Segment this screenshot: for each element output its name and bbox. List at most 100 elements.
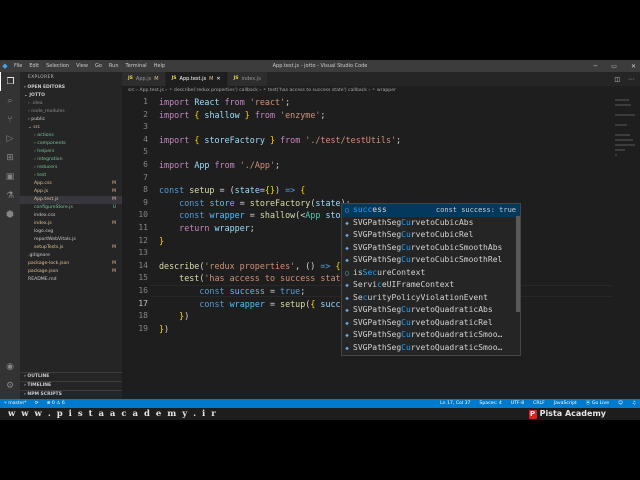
banner-url: w w w . p i s t a a c a d e m y . i r — [8, 409, 218, 419]
file-tree-item[interactable]: setupTests.js M — [20, 244, 122, 252]
file-tree-item[interactable]: › public — [20, 116, 122, 124]
suggestion-item[interactable]: ◈ SVGPathSegCurvetoQuadraticRel — [342, 317, 520, 330]
breadcrumb[interactable]: src › App.test.js › ⚬ describe('redux pr… — [122, 86, 640, 96]
menu-selection[interactable]: Selection — [46, 63, 69, 69]
feedback-icon[interactable]: ☺ — [618, 399, 623, 408]
testing-icon[interactable]: ⚗ — [0, 186, 20, 205]
file-tree-item[interactable]: › helpers — [20, 148, 122, 156]
js-file-icon: JS — [171, 76, 177, 81]
source-control-icon[interactable]: ⑂ — [0, 110, 20, 129]
encoding[interactable]: UTF-8 — [511, 399, 524, 408]
line-number: 8 — [143, 185, 148, 195]
search-icon[interactable]: ⌕ — [0, 91, 20, 110]
file-tree-item[interactable]: index.css — [20, 212, 122, 220]
suggestion-item[interactable]: ◈ ServiceUIFrameContext — [342, 279, 520, 292]
tab-close-icon[interactable]: ✕ — [216, 72, 220, 86]
class-icon: ◈ — [345, 344, 349, 352]
suggestion-item[interactable]: ▢ isSecureContext — [342, 267, 520, 280]
branch-indicator[interactable]: ⑂ master* — [4, 399, 27, 408]
outline-section[interactable]: › OUTLINE — [20, 372, 122, 381]
tab-app-test-js[interactable]: JS App.test.js M ✕ — [165, 72, 228, 86]
suggestion-item[interactable]: ◈ SVGPathSegCurvetoQuadraticSmoo… — [342, 329, 520, 342]
file-tree-item[interactable]: › reducers — [20, 164, 122, 172]
settings-gear-icon[interactable]: ⚙ — [0, 376, 20, 395]
explorer-icon[interactable]: ❐ — [0, 72, 20, 91]
node-icon[interactable]: ⬢ — [0, 205, 20, 224]
minimap[interactable] — [612, 96, 640, 399]
close-icon[interactable]: ✕ — [631, 63, 636, 70]
notifications-bell-icon[interactable]: ♫ — [632, 399, 636, 408]
file-tree-item[interactable]: App.js M — [20, 188, 122, 196]
maximize-icon[interactable]: ▭ — [611, 63, 617, 70]
vscode-logo-icon: ◆ — [2, 62, 8, 70]
file-tree-item[interactable]: › node_modules — [20, 108, 122, 116]
open-editors-section[interactable]: › OPEN EDITORS — [20, 84, 122, 92]
js-file-icon: JS — [233, 76, 239, 81]
code-line: import React from 'react'; — [159, 97, 291, 107]
file-tree-item[interactable]: package-lock.json M — [20, 260, 122, 268]
git-status-badge: M — [112, 261, 116, 266]
menu-go[interactable]: Go — [95, 63, 102, 69]
suggestion-item[interactable]: ◈ SVGPathSegCurvetoCubicAbs — [342, 217, 520, 230]
minimize-icon[interactable]: ─ — [594, 63, 598, 70]
file-tree-item[interactable]: › components — [20, 140, 122, 148]
file-tree-item[interactable]: reportWebVitals.js — [20, 236, 122, 244]
suggestion-item[interactable]: ◈ SVGPathSegCurvetoQuadraticSmoo… — [342, 342, 520, 355]
menu-view[interactable]: View — [76, 63, 88, 69]
file-tree-item[interactable]: configureStore.js U — [20, 204, 122, 212]
file-tree-item[interactable]: › test — [20, 172, 122, 180]
suggestion-item[interactable]: ◈ SVGPathSegCurvetoQuadraticAbs — [342, 304, 520, 317]
cursor-position[interactable]: Ln 17, Col 37 — [440, 399, 470, 408]
extensions-icon[interactable]: ⊞ — [0, 148, 20, 167]
menu-file[interactable]: File — [14, 63, 22, 69]
timeline-section[interactable]: › TIMELINE — [20, 381, 122, 390]
menu-edit[interactable]: Edit — [29, 63, 39, 69]
file-tree-item[interactable]: README.md — [20, 276, 122, 284]
line-ending[interactable]: CRLF — [533, 399, 545, 408]
editor-tabs: JS App.js M JS App.test.js M ✕ JS index.js ◫ ⋯ — [122, 72, 640, 86]
file-tree-item[interactable]: index.js M — [20, 220, 122, 228]
language-mode[interactable]: JavaScript — [554, 399, 577, 408]
vscode-window: ◆ File Edit Selection View Go Run Termin… — [0, 60, 640, 420]
file-tree-item[interactable]: › integration — [20, 156, 122, 164]
suggestion-item[interactable]: ◈ SVGPathSegCurvetoCubicRel — [342, 229, 520, 242]
more-actions-icon[interactable]: ⋯ — [628, 76, 634, 83]
go-live-button[interactable]: ⦿ Go Live — [586, 399, 609, 408]
code-line: import App from './App'; — [159, 159, 281, 170]
menu-run[interactable]: Run — [109, 63, 119, 69]
split-editor-icon[interactable]: ◫ — [614, 76, 620, 83]
npm-scripts-section[interactable]: › NPM SCRIPTS — [20, 390, 122, 399]
menu-help[interactable]: Help — [154, 63, 165, 69]
file-tree-item[interactable]: logo.svg — [20, 228, 122, 236]
suggestion-text-pre: SVGPathSeg — [353, 305, 402, 314]
sync-icon[interactable]: ⟳ — [35, 399, 39, 408]
file-tree-item[interactable]: ⌄ src — [20, 124, 122, 132]
suggestion-item[interactable]: ◈ SecurityPolicyViolationEvent — [342, 292, 520, 305]
run-debug-icon[interactable]: ▷ — [0, 129, 20, 148]
suggest-scrollbar[interactable] — [516, 216, 520, 312]
file-tree-item[interactable]: package.json M — [20, 268, 122, 276]
file-tree-item[interactable]: › actions — [20, 132, 122, 140]
menu-terminal[interactable]: Terminal — [126, 63, 147, 69]
file-tree-item[interactable]: .gitignore — [20, 252, 122, 260]
suggestion-text-pre: Servi — [353, 280, 378, 289]
file-tree-item[interactable]: App.css M — [20, 180, 122, 188]
indentation[interactable]: Spaces: 4 — [479, 399, 501, 408]
suggestion-item[interactable]: ◈ SVGPathSegCurvetoCubicSmoothRel — [342, 254, 520, 267]
file-tree-label: ⌄ src — [28, 125, 41, 130]
problems-indicator[interactable]: ⊗ 0 ⚠ 6 — [47, 399, 65, 408]
tab-index-js[interactable]: JS index.js — [227, 72, 268, 86]
file-tree-label: .gitignore — [28, 253, 50, 258]
file-tree-item[interactable]: › .idea — [20, 100, 122, 108]
account-icon[interactable]: ◉ — [0, 357, 20, 376]
remote-explorer-icon[interactable]: ▣ — [0, 167, 20, 186]
suggestion-item[interactable]: ◈ SVGPathSegCurvetoCubicSmoothAbs — [342, 242, 520, 255]
line-number: 13 — [138, 248, 148, 258]
tab-app-js[interactable]: JS App.js M — [122, 72, 166, 86]
project-section[interactable]: ⌄ JOTTO — [20, 92, 122, 100]
suggestion-item[interactable]: ▢ success const success: true — [342, 204, 520, 217]
code-editor[interactable]: 1 2 3 4 5 6 7 8 9 10 11 12 13 14 15 16 17 18 19 import Rea… — [122, 96, 640, 399]
file-tree-item[interactable]: App.test.js M — [20, 196, 122, 204]
